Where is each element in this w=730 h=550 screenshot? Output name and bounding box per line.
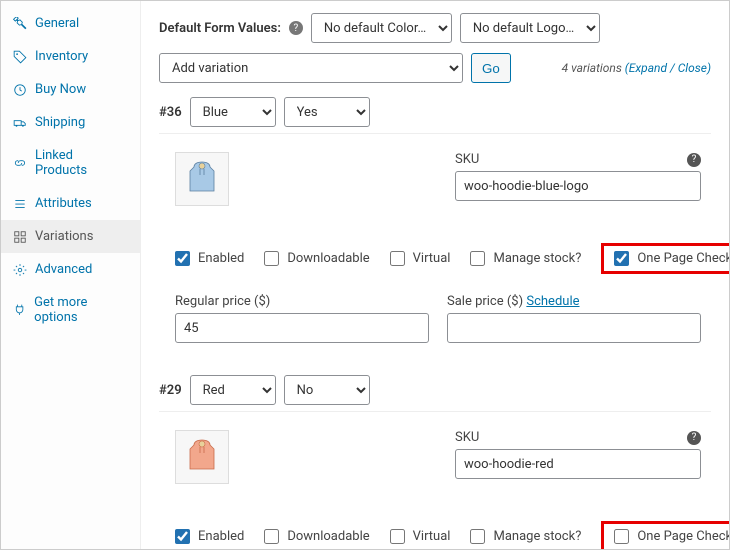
main-panel: Default Form Values: ? No default Color…… <box>141 1 729 549</box>
default-logo-select[interactable]: No default Logo… <box>460 13 600 43</box>
grid-icon <box>13 230 27 244</box>
sale-price-input[interactable] <box>447 313 701 343</box>
one-page-checkout-highlight: One Page Checkout: <box>601 521 729 549</box>
wrench-icon <box>13 17 27 31</box>
downloadable-checkbox[interactable]: Downloadable <box>260 526 369 547</box>
manage-stock-checkbox[interactable]: Manage stock? <box>466 526 581 547</box>
gear-icon <box>13 263 27 277</box>
help-icon[interactable]: ? <box>687 153 701 167</box>
sidebar-item-variations[interactable]: Variations <box>1 220 140 253</box>
variation-attr-logo-select[interactable]: Yes <box>284 97 370 127</box>
hoodie-icon <box>182 159 222 199</box>
variation-attr-color-select[interactable]: Blue <box>190 97 276 127</box>
variation-checkbox-row: Enabled Downloadable Virtual Manage stoc… <box>171 521 701 549</box>
add-variation-select[interactable]: Add variation <box>159 53 463 83</box>
one-page-checkout-checkbox[interactable]: One Page Checkout: <box>610 526 729 547</box>
add-variation-row: Add variation Go 4 variations (Expand / … <box>159 53 711 83</box>
sidebar-item-inventory[interactable]: Inventory <box>1 40 140 73</box>
virtual-checkbox[interactable]: Virtual <box>386 248 451 269</box>
sidebar-item-shipping[interactable]: Shipping <box>1 106 140 139</box>
sale-price-label: Sale price ($) Schedule <box>447 294 701 309</box>
sku-input[interactable] <box>455 449 701 479</box>
variation-attr-color-select[interactable]: Red <box>190 375 276 405</box>
sku-input[interactable] <box>455 171 701 201</box>
sidebar-item-get-more-options[interactable]: Get more options <box>1 286 140 334</box>
variation-image[interactable] <box>175 430 229 484</box>
variation-id: #29 <box>159 383 182 398</box>
sidebar-item-advanced[interactable]: Advanced <box>1 253 140 286</box>
variation-header[interactable]: #29 Red No <box>159 375 711 405</box>
help-icon[interactable]: ? <box>289 21 303 35</box>
manage-stock-checkbox[interactable]: Manage stock? <box>466 248 581 269</box>
downloadable-checkbox[interactable]: Downloadable <box>260 248 369 269</box>
sidebar-label: Advanced <box>35 262 92 277</box>
regular-price-input[interactable] <box>175 313 429 343</box>
regular-price-label: Regular price ($) <box>175 294 429 309</box>
sidebar-label: Buy Now <box>35 82 86 97</box>
variation-body: SKU ? Enabled Downloadable Virtual Manag… <box>159 133 711 361</box>
list-icon <box>13 197 27 211</box>
sidebar-item-attributes[interactable]: Attributes <box>1 187 140 220</box>
default-color-select[interactable]: No default Color… <box>311 13 452 43</box>
sidebar-item-linked-products[interactable]: Linked Products <box>1 139 140 187</box>
sidebar-label: Variations <box>35 229 93 244</box>
variation-id: #36 <box>159 105 182 120</box>
virtual-checkbox[interactable]: Virtual <box>386 526 451 547</box>
expand-close-link[interactable]: (Expand / Close) <box>625 61 711 75</box>
sidebar-label: Linked Products <box>35 148 128 178</box>
go-button[interactable]: Go <box>471 53 511 83</box>
variation-attr-logo-select[interactable]: No <box>284 375 370 405</box>
plugin-icon <box>13 303 26 317</box>
help-icon[interactable]: ? <box>687 431 701 445</box>
sidebar-item-buy-now[interactable]: Buy Now <box>1 73 140 106</box>
enabled-checkbox[interactable]: Enabled <box>171 248 244 269</box>
sidebar-label: Inventory <box>35 49 88 64</box>
sku-label: SKU <box>455 430 479 445</box>
variation-checkbox-row: Enabled Downloadable Virtual Manage stoc… <box>171 243 701 274</box>
default-form-values-bar: Default Form Values: ? No default Color…… <box>159 13 711 43</box>
default-form-values-label: Default Form Values: <box>159 21 281 36</box>
schedule-link[interactable]: Schedule <box>526 294 579 309</box>
variation-header[interactable]: #36 Blue Yes <box>159 97 711 127</box>
hoodie-icon <box>182 437 222 477</box>
enabled-checkbox[interactable]: Enabled <box>171 526 244 547</box>
sku-label: SKU <box>455 152 479 167</box>
one-page-checkout-checkbox[interactable]: One Page Checkout: <box>610 248 729 269</box>
one-page-checkout-highlight: One Page Checkout: <box>601 243 729 274</box>
sidebar-label: Shipping <box>35 115 85 130</box>
variation-image[interactable] <box>175 152 229 206</box>
sidebar-label: Get more options <box>34 295 128 325</box>
tag-icon <box>13 50 27 64</box>
variation-body: SKU ? Enabled Downloadable Virtual Manag… <box>159 411 711 549</box>
sidebar-label: Attributes <box>35 196 92 211</box>
clock-icon <box>13 83 27 97</box>
sidebar-item-general[interactable]: General <box>1 7 140 40</box>
link-icon <box>13 156 27 170</box>
sidebar-label: General <box>35 16 79 31</box>
truck-icon <box>13 116 27 130</box>
variation-count-info: 4 variations (Expand / Close) <box>562 61 711 75</box>
product-data-sidebar: General Inventory Buy Now Shipping Linke… <box>1 1 141 549</box>
